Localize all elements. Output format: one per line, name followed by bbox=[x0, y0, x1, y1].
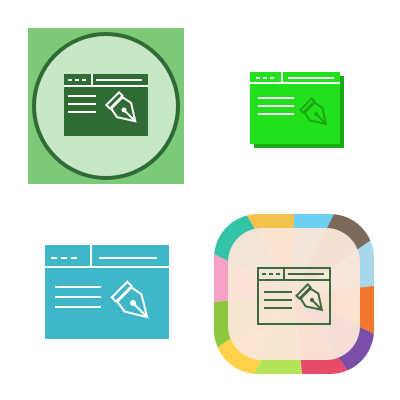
pen-tool-window-icon-teal bbox=[45, 245, 169, 339]
pen-tool-window-icon bbox=[45, 245, 169, 339]
pen-tool-window-icon bbox=[28, 28, 184, 184]
pen-tool-window-icon bbox=[250, 72, 344, 148]
pen-tool-window-icon-multicolor bbox=[214, 214, 374, 374]
pen-tool-window-icon-bright-green bbox=[250, 72, 344, 148]
pen-tool-window-icon bbox=[214, 214, 374, 374]
pen-tool-window-icon-green-circle bbox=[28, 28, 184, 184]
icon-set bbox=[0, 0, 400, 400]
